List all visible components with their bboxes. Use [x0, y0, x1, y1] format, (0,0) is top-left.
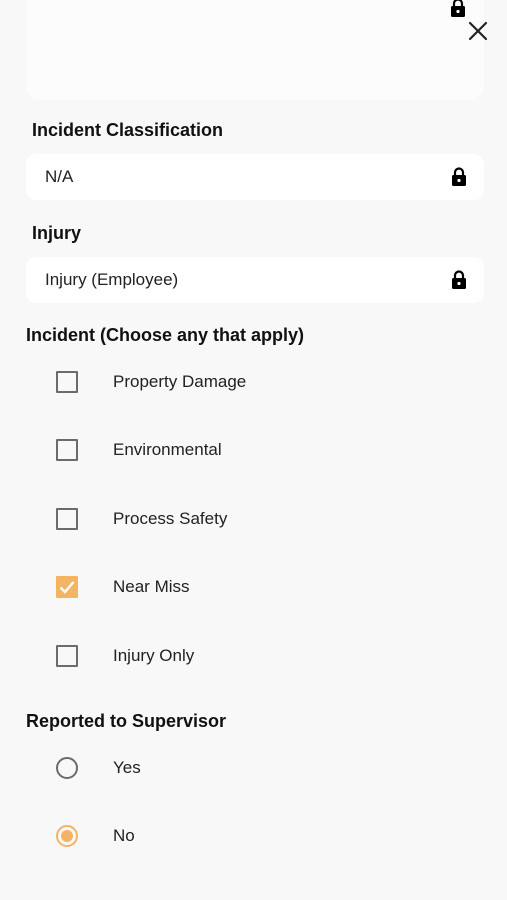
- option-label: Yes: [113, 758, 141, 777]
- checkbox[interactable]: [56, 439, 78, 461]
- reported-option-yes[interactable]: Yes: [56, 753, 141, 783]
- incident-types-title: Incident (Choose any that apply): [26, 325, 305, 345]
- option-label: Near Miss: [113, 577, 190, 596]
- injury-value: Injury (Employee): [45, 270, 179, 289]
- incident-classification-field: N/A: [26, 154, 484, 200]
- reported-option-no[interactable]: No: [56, 821, 135, 851]
- close-button[interactable]: [464, 17, 492, 45]
- checkbox[interactable]: [56, 371, 78, 393]
- lock-icon: [449, 0, 467, 18]
- incident-option-near-miss[interactable]: Near Miss: [56, 572, 190, 602]
- injury-field: Injury (Employee): [26, 257, 484, 303]
- incident-form-screen: { "colors": { "accent": "#f5b364", "back…: [0, 0, 507, 900]
- checkbox[interactable]: [56, 508, 78, 530]
- injury-title: Injury: [32, 223, 82, 243]
- reported-to-supervisor-title: Reported to Supervisor: [26, 711, 227, 731]
- option-label: Process Safety: [113, 509, 228, 528]
- checkbox[interactable]: [56, 576, 78, 598]
- incident-classification-value: N/A: [45, 167, 74, 186]
- incident-option-environmental[interactable]: Environmental: [56, 435, 222, 465]
- lock-icon: [450, 270, 468, 290]
- option-label: Injury Only: [113, 646, 195, 665]
- checkbox[interactable]: [56, 645, 78, 667]
- incident-option-process-safety[interactable]: Process Safety: [56, 504, 227, 534]
- incident-classification-title: Incident Classification: [32, 120, 224, 140]
- close-icon: [468, 21, 488, 41]
- radio-dot: [61, 830, 73, 842]
- option-label: No: [113, 826, 135, 845]
- incident-option-injury-only[interactable]: Injury Only: [56, 641, 194, 671]
- radio-button[interactable]: [56, 825, 78, 847]
- option-label: Property Damage: [113, 372, 247, 391]
- radio-button[interactable]: [56, 757, 78, 779]
- incident-option-property-damage[interactable]: Property Damage: [56, 367, 246, 397]
- locked-text-area: [26, 0, 484, 100]
- check-icon: [59, 581, 75, 594]
- option-label: Environmental: [113, 440, 222, 459]
- lock-icon: [450, 167, 468, 187]
